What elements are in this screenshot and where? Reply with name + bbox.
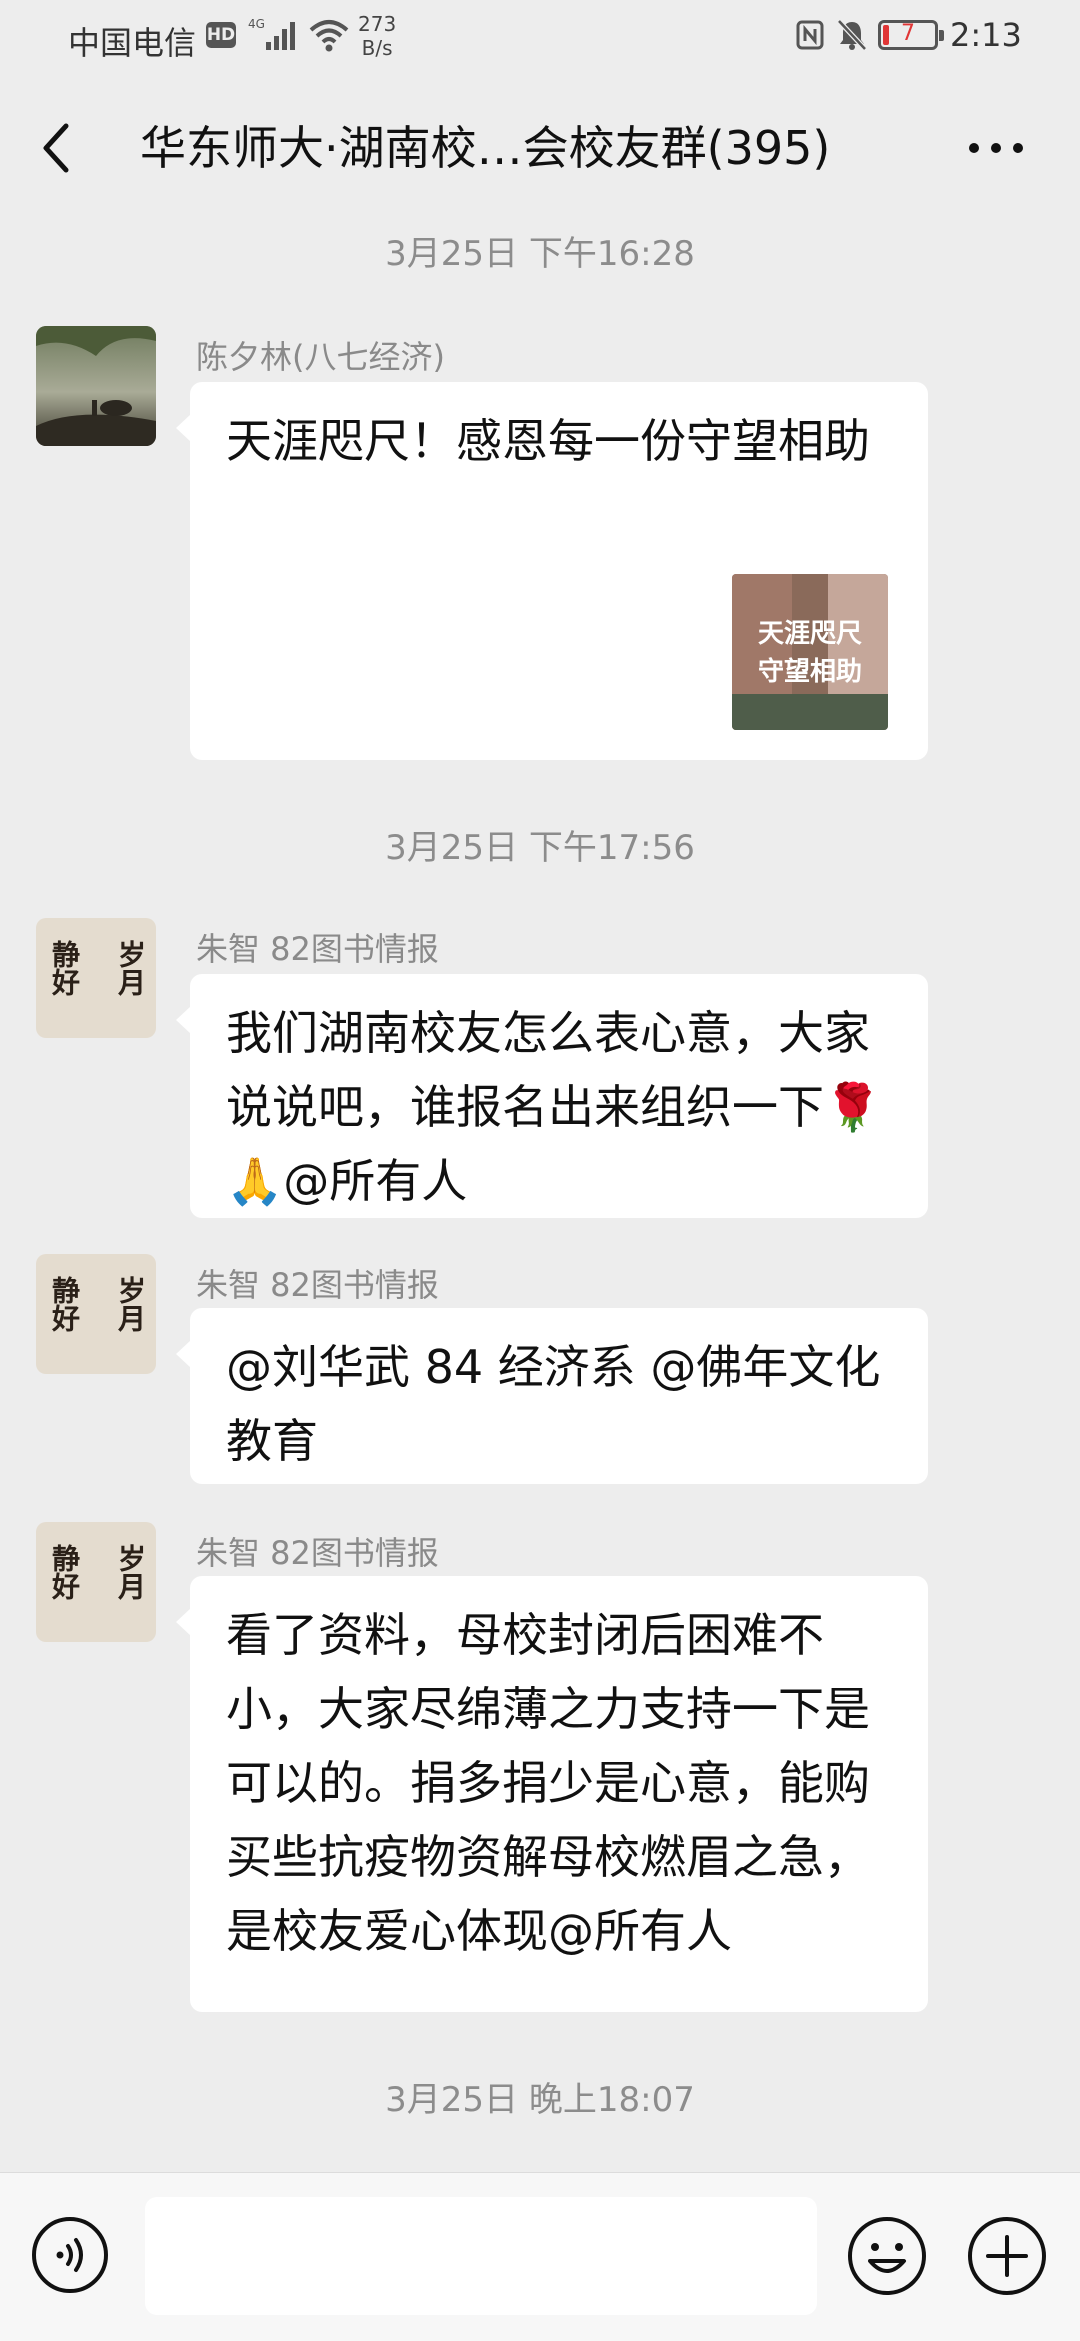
emoji-icon[interactable] <box>846 2215 928 2297</box>
sender-name: 朱智 82图书情报 <box>196 1534 439 1572</box>
network-speed-value: 273 <box>358 12 397 36</box>
avatar[interactable]: 静好 岁月 <box>36 1254 156 1374</box>
thumbnail-image: 天涯咫尺 守望相助 <box>732 574 888 730</box>
message-bubble[interactable]: 看了资料，母校封闭后困难不小，大家尽绵薄之力支持一下是可以的。捐多捐少是心意，能… <box>176 1576 928 2012</box>
avatar[interactable]: 静好 岁月 <box>36 1522 156 1642</box>
message-text: @刘华武 84 经济系 @佛年文化教育 <box>226 1340 881 1468</box>
timestamp: 3月25日 下午16:28 <box>385 234 695 274</box>
thumbnail-caption-line1: 天涯咫尺 <box>758 619 862 649</box>
sender-name: 朱智 82图书情报 <box>196 930 439 968</box>
calligraphy-left: 静好 <box>48 1276 81 1332</box>
calligraphy-avatar: 静好 岁月 <box>36 1254 156 1374</box>
input-bar <box>0 2172 1080 2341</box>
carrier-name: 中国电信 <box>68 24 197 62</box>
back-icon[interactable] <box>36 118 76 178</box>
nfc-icon <box>796 20 824 50</box>
calligraphy-right: 岁月 <box>114 1276 147 1332</box>
message-bubble[interactable]: 天涯咫尺！感恩每一份守望相助 天涯咫尺 守望相助 <box>176 382 928 760</box>
status-bar: 中国电信 HD 4G 273 B/s 7 2:13 <box>0 0 1080 74</box>
link-thumbnail[interactable]: 天涯咫尺 守望相助 <box>732 574 888 730</box>
mute-bell-icon <box>837 19 867 51</box>
calligraphy-avatar: 静好 岁月 <box>36 1522 156 1642</box>
thumbnail-caption-line2: 守望相助 <box>758 656 862 687</box>
timestamp: 3月25日 晚上18:07 <box>385 2080 695 2120</box>
message-bubble[interactable]: @刘华武 84 经济系 @佛年文化教育 <box>176 1308 928 1484</box>
calligraphy-left: 静好 <box>48 1544 81 1600</box>
timestamp: 3月25日 下午17:56 <box>385 828 695 868</box>
battery-level: 7 <box>901 21 915 46</box>
hd-badge: HD <box>206 22 236 48</box>
network-speed-unit: B/s <box>361 36 393 60</box>
message-text: 看了资料，母校封闭后困难不小，大家尽绵薄之力支持一下是可以的。捐多捐少是心意，能… <box>226 1608 870 1958</box>
landscape-avatar-image <box>36 326 156 446</box>
chat-title[interactable]: 华东师大·湖南校…会校友群(395) <box>140 112 920 178</box>
calligraphy-right: 岁月 <box>114 940 147 996</box>
battery-icon: 7 <box>878 20 944 50</box>
message-bubble[interactable]: 我们湖南校友怎么表心意，大家说说吧，谁报名出来组织一下🌹🙏@所有人 <box>176 974 928 1218</box>
avatar[interactable] <box>36 326 156 446</box>
sender-name: 朱智 82图书情报 <box>196 1266 439 1304</box>
calligraphy-avatar: 静好 岁月 <box>36 918 156 1038</box>
chat-header: 华东师大·湖南校…会校友群(395) <box>0 82 1080 212</box>
more-icon[interactable] <box>966 138 1026 158</box>
calligraphy-left: 静好 <box>48 940 81 996</box>
voice-icon[interactable] <box>30 2215 110 2295</box>
message-text: 我们湖南校友怎么表心意，大家说说吧，谁报名出来组织一下🌹🙏@所有人 <box>226 1006 882 1208</box>
plus-icon[interactable] <box>966 2215 1048 2297</box>
wifi-icon <box>309 20 349 52</box>
clock: 2:13 <box>950 16 1022 54</box>
network-type: 4G <box>248 17 265 31</box>
message-input[interactable] <box>145 2197 817 2315</box>
network-speed: 273 B/s <box>358 12 396 60</box>
message-text: 天涯咫尺！感恩每一份守望相助 <box>226 414 870 468</box>
sender-name: 陈夕林(八七经济) <box>196 338 445 376</box>
signal-icon: 4G <box>248 17 295 50</box>
calligraphy-right: 岁月 <box>114 1544 147 1600</box>
avatar[interactable]: 静好 岁月 <box>36 918 156 1038</box>
